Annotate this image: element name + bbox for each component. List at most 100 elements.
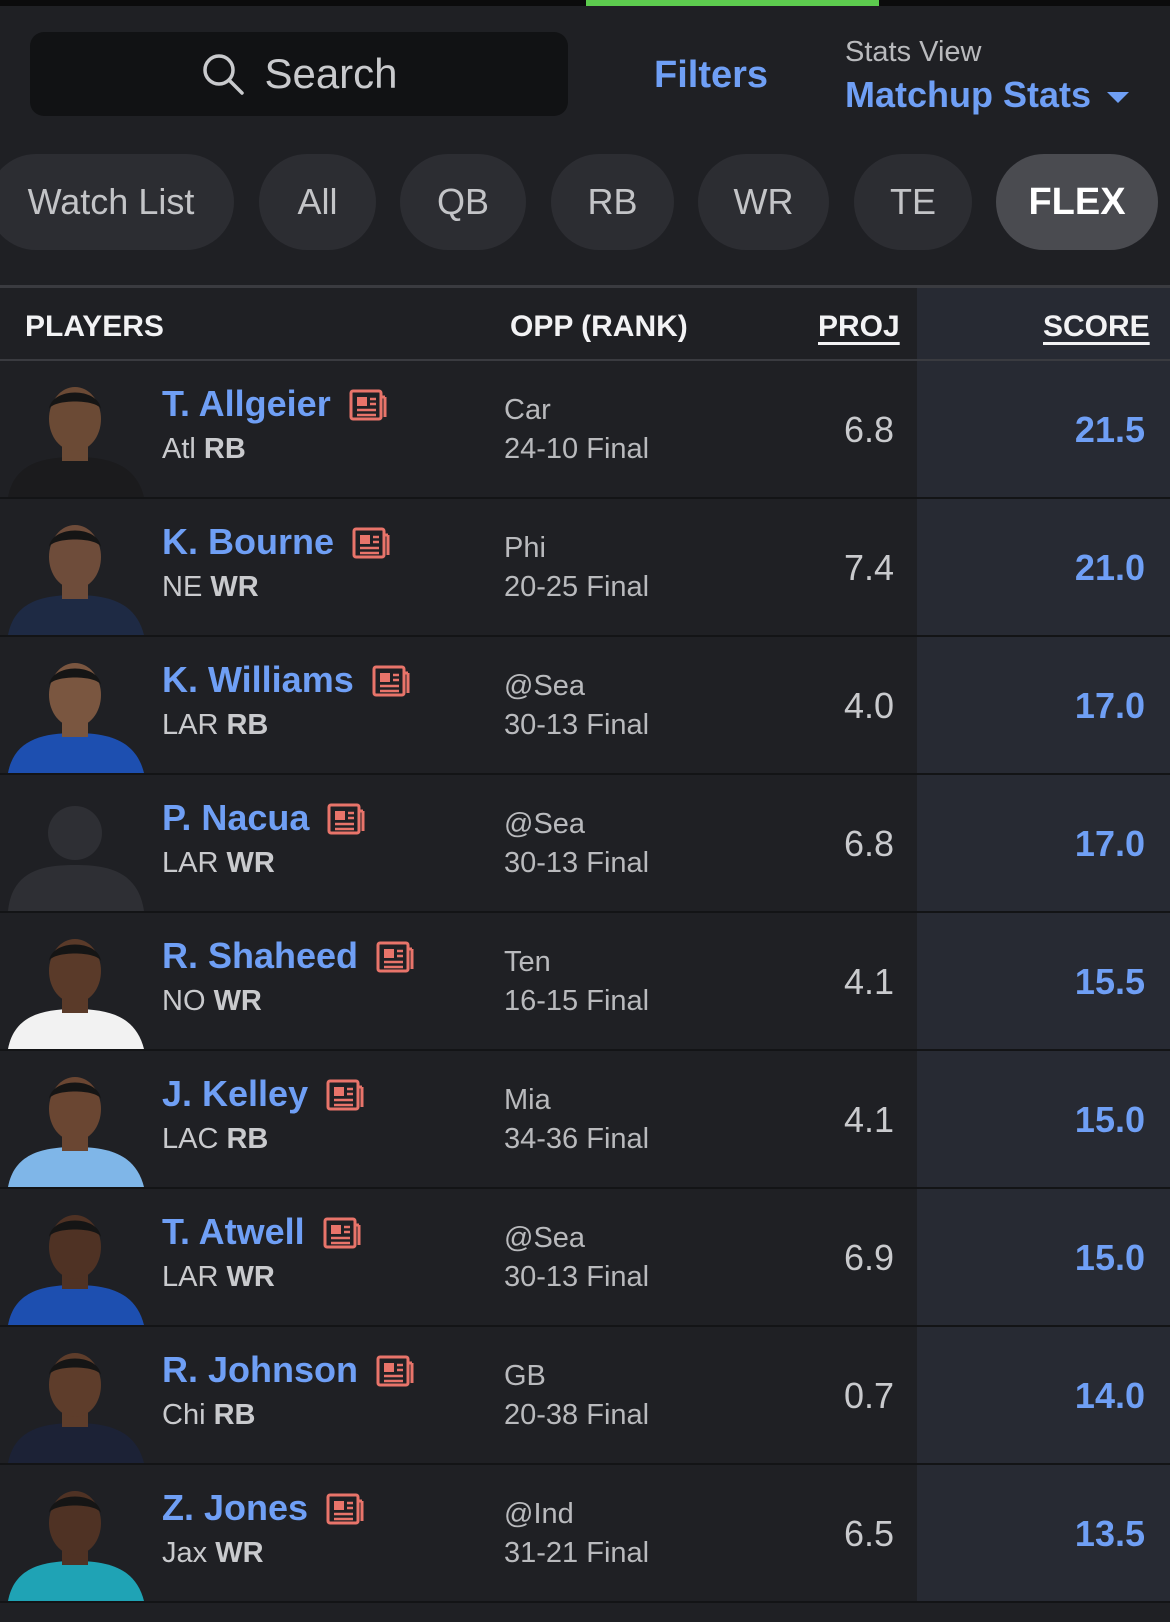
table-row[interactable]: T. Allgeier Atl RB Car 24-10 Final 6.8 2…: [0, 361, 1170, 499]
news-icon[interactable]: [349, 388, 387, 421]
table-row[interactable]: K. Bourne NE WR Phi 20-25 Final 7.4 21.0: [0, 499, 1170, 637]
player-name: Z. Jones: [162, 1487, 309, 1528]
position-tabs: Watch List All QB RB WR TE FLEX: [0, 154, 1170, 250]
table-row[interactable]: J. Kelley LAC RB Mia 34-36 Final 4.1 15.…: [0, 1051, 1170, 1189]
news-icon[interactable]: [352, 526, 390, 559]
player-name: J. Kelley: [162, 1073, 309, 1114]
game-result: 20-38 Final: [504, 1399, 650, 1431]
opponent: Ten: [504, 946, 551, 978]
table-row[interactable]: K. Williams LAR RB @Sea 30-13 Final 4.0 …: [0, 637, 1170, 775]
tab-te[interactable]: TE: [854, 154, 972, 250]
table-row[interactable]: R. Shaheed NO WR Ten 16-15 Final 4.1 15.…: [0, 913, 1170, 1051]
projection-value: 4.0: [843, 685, 894, 726]
player-team: LAC: [162, 1123, 219, 1155]
table-row[interactable]: P. Nacua LAR WR @Sea 30-13 Final 6.8 17.…: [0, 775, 1170, 913]
search-field[interactable]: Search: [30, 32, 568, 116]
news-icon[interactable]: [326, 1492, 364, 1525]
player-name: T. Atwell: [162, 1211, 305, 1252]
table-row[interactable]: Z. Jones Jax WR @Ind 31-21 Final 6.5 13.…: [0, 1465, 1170, 1603]
tab-watch-list[interactable]: Watch List: [0, 154, 234, 250]
score-value: 17.0: [1074, 685, 1145, 726]
player-name-link[interactable]: P. Nacua: [162, 797, 365, 839]
projection-value: 6.9: [843, 1237, 894, 1278]
projection-value: 6.8: [843, 823, 894, 864]
player-name: T. Allgeier: [162, 383, 331, 424]
player-avatar[interactable]: [0, 499, 150, 635]
header-proj-sort[interactable]: PROJ: [818, 310, 900, 344]
game-result: 16-15 Final: [504, 985, 650, 1017]
score-value: 13.5: [1074, 1513, 1145, 1554]
search-icon: [203, 54, 245, 95]
score-value: 21.0: [1074, 547, 1145, 588]
player-name-link[interactable]: T. Atwell: [162, 1211, 361, 1253]
news-icon[interactable]: [326, 1078, 364, 1111]
player-name-link[interactable]: Z. Jones: [162, 1487, 364, 1529]
stats-view-value: Matchup Stats: [845, 74, 1092, 115]
player-avatar[interactable]: [0, 1465, 150, 1601]
projection-value: 0.7: [843, 1375, 894, 1416]
player-team-position: Jax WR: [162, 1537, 264, 1570]
player-position: WR: [213, 985, 262, 1017]
news-icon[interactable]: [376, 1354, 414, 1387]
player-name-link[interactable]: K. Bourne: [162, 521, 390, 563]
player-name-link[interactable]: K. Williams: [162, 659, 410, 701]
score-value: 14.0: [1074, 1375, 1145, 1416]
player-position: RB: [226, 709, 269, 741]
player-name-link[interactable]: T. Allgeier: [162, 383, 387, 425]
opponent-cell: @Sea 30-13 Final: [504, 1219, 649, 1297]
chevron-down-icon: [1107, 91, 1130, 103]
tab-qb[interactable]: QB: [400, 154, 526, 250]
player-avatar[interactable]: [0, 637, 150, 773]
table-row[interactable]: R. Johnson Chi RB GB 20-38 Final 0.7 14.…: [0, 1327, 1170, 1465]
player-avatar[interactable]: [0, 1189, 150, 1325]
header-opp-rank: OPP (RANK): [510, 310, 688, 343]
tab-wr[interactable]: WR: [698, 154, 829, 250]
table-row[interactable]: T. Atwell LAR WR @Sea 30-13 Final 6.9 15…: [0, 1189, 1170, 1327]
score-value: 15.5: [1074, 961, 1145, 1002]
score-value: 21.5: [1074, 409, 1145, 450]
score-value: 15.0: [1074, 1099, 1145, 1140]
player-team-position: LAC RB: [162, 1123, 268, 1156]
player-list: T. Allgeier Atl RB Car 24-10 Final 6.8 2…: [0, 361, 1170, 1603]
news-icon[interactable]: [376, 940, 414, 973]
tab-flex[interactable]: FLEX: [996, 154, 1158, 250]
opponent: Car: [504, 394, 551, 426]
projection-value: 7.4: [843, 547, 894, 588]
player-team: Jax: [162, 1537, 208, 1569]
player-avatar[interactable]: [0, 775, 150, 911]
game-result: 30-13 Final: [504, 847, 650, 879]
player-name-link[interactable]: J. Kelley: [162, 1073, 364, 1115]
opponent-cell: Car 24-10 Final: [504, 391, 649, 469]
news-icon[interactable]: [323, 1216, 361, 1249]
opponent-cell: @Sea 30-13 Final: [504, 667, 649, 745]
search-placeholder: Search: [264, 50, 398, 97]
game-result: 30-13 Final: [504, 1261, 650, 1293]
stats-view-dropdown[interactable]: Matchup Stats: [845, 74, 1130, 116]
player-avatar[interactable]: [0, 361, 150, 497]
opponent: Mia: [504, 1084, 551, 1116]
news-icon[interactable]: [327, 802, 365, 835]
player-name: K. Williams: [162, 659, 354, 700]
filters-button[interactable]: Filters: [654, 54, 768, 97]
player-name-link[interactable]: R. Johnson: [162, 1349, 414, 1391]
player-avatar[interactable]: [0, 1051, 150, 1187]
player-avatar[interactable]: [0, 1327, 150, 1463]
player-position: WR: [215, 1537, 264, 1569]
player-team-position: NO WR: [162, 985, 262, 1018]
news-icon[interactable]: [372, 664, 410, 697]
header-score-sort[interactable]: SCORE: [1043, 310, 1150, 344]
player-name-link[interactable]: R. Shaheed: [162, 935, 414, 977]
player-position: RB: [203, 433, 246, 465]
game-result: 20-25 Final: [504, 571, 650, 603]
player-name: K. Bourne: [162, 521, 335, 562]
tab-all[interactable]: All: [259, 154, 376, 250]
header-players: PLAYERS: [25, 310, 164, 343]
player-team: LAR: [162, 709, 219, 741]
projection-value: 6.8: [843, 409, 894, 450]
player-team: NE: [162, 571, 203, 603]
opponent-cell: Phi 20-25 Final: [504, 529, 649, 607]
game-result: 34-36 Final: [504, 1123, 650, 1155]
tab-rb[interactable]: RB: [551, 154, 674, 250]
projection-value: 6.5: [843, 1513, 894, 1554]
player-avatar[interactable]: [0, 913, 150, 1049]
